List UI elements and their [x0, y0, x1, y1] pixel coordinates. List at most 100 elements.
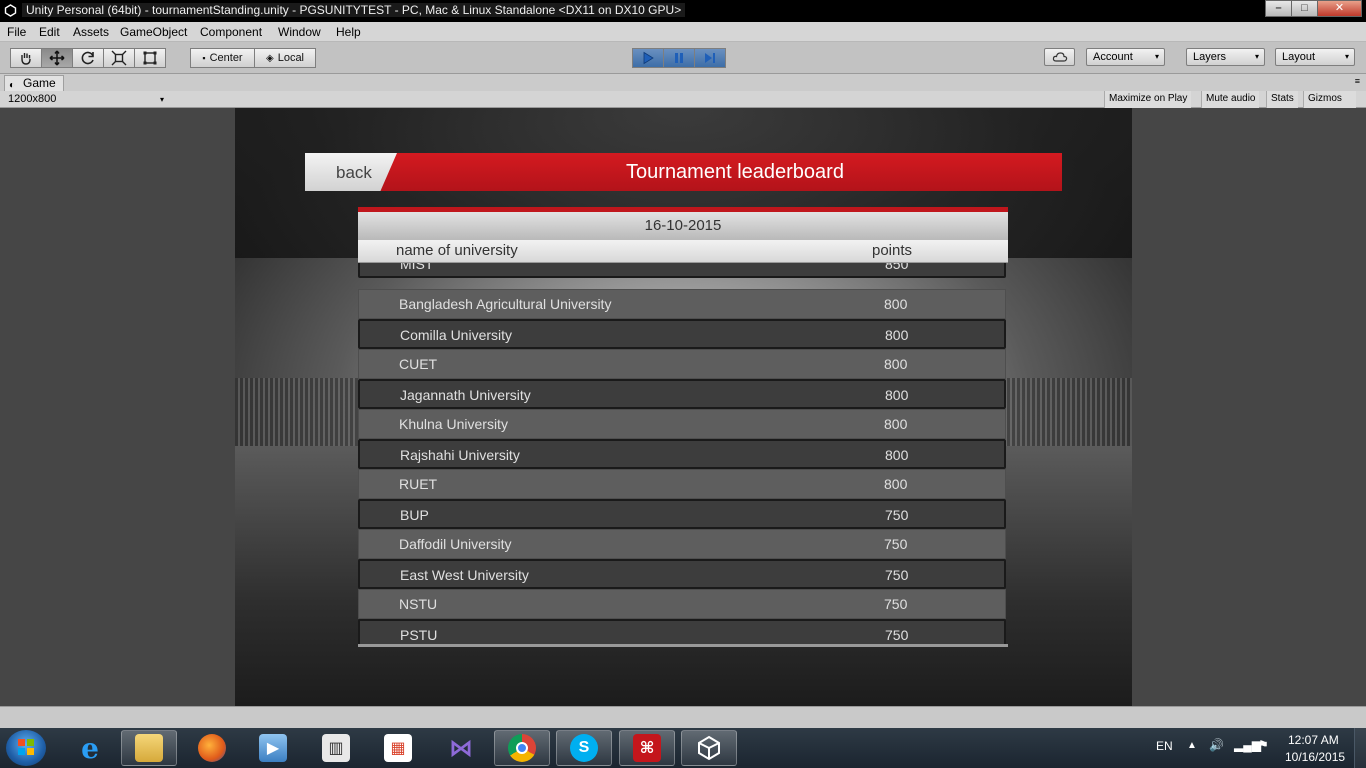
university-points: 750 — [885, 627, 909, 643]
layers-dropdown[interactable]: Layers ▾ — [1186, 48, 1265, 66]
scale-tool-button[interactable] — [103, 48, 135, 68]
taskbar-internet-explorer[interactable]: e — [62, 730, 118, 766]
hand-tool-button[interactable] — [10, 48, 42, 68]
clock-date[interactable]: 10/16/2015 — [1285, 750, 1345, 764]
taskbar-chrome[interactable] — [494, 730, 550, 766]
pivot-local-button[interactable]: ◈ Local — [254, 48, 316, 68]
tab-game-label: Game — [23, 76, 56, 90]
language-indicator[interactable]: EN — [1156, 739, 1173, 753]
maximize-on-play-toggle[interactable]: Maximize on Play — [1104, 91, 1192, 108]
menu-gameobject[interactable]: GameObject — [120, 25, 187, 39]
column-header-name: name of university — [396, 242, 518, 259]
unity-logo-icon — [4, 4, 17, 17]
taskbar-file-explorer[interactable] — [121, 730, 177, 766]
menu-component[interactable]: Component — [200, 25, 262, 39]
start-button[interactable] — [6, 730, 46, 766]
skype-icon: S — [570, 734, 598, 762]
clock-time[interactable]: 12:07 AM — [1288, 733, 1339, 747]
leaderboard-date: 16-10-2015 — [358, 212, 1008, 240]
menu-assets[interactable]: Assets — [73, 25, 109, 39]
window-titlebar: Unity Personal (64bit) - tournamentStand… — [0, 0, 1366, 22]
close-icon: ✕ — [1334, 2, 1345, 14]
app-grid-icon: ▦ — [384, 734, 412, 762]
leaderboard-list[interactable]: MIST 850 Bangladesh Agricultural Univers… — [358, 263, 1008, 647]
taskbar-acrobat[interactable]: ⌘ — [619, 730, 675, 766]
step-button[interactable] — [694, 48, 726, 68]
step-icon — [705, 53, 715, 63]
account-dropdown[interactable]: Account ▾ — [1086, 48, 1165, 66]
tab-menu-icon[interactable]: ≡ — [1355, 76, 1360, 86]
visual-studio-icon: ⋈ — [449, 734, 473, 762]
university-name: NSTU — [399, 596, 438, 612]
resolution-label: 1200x800 — [8, 93, 57, 105]
hand-icon — [21, 53, 31, 65]
show-hidden-icons-icon[interactable]: ▲ — [1187, 740, 1197, 751]
taskbar-media-player[interactable]: ▶ — [245, 730, 301, 766]
university-points: 800 — [885, 447, 909, 463]
firefox-icon — [198, 734, 226, 762]
pause-button[interactable] — [663, 48, 695, 68]
cloud-icon — [1052, 52, 1068, 62]
tab-game[interactable]: ◐ Game — [4, 75, 64, 91]
internet-explorer-icon: e — [81, 731, 99, 765]
table-row: Daffodil University 750 — [358, 529, 1006, 559]
university-points: 800 — [885, 327, 909, 343]
university-name: Jagannath University — [400, 387, 531, 403]
menu-help[interactable]: Help — [336, 25, 361, 39]
cube-icon: ◈ — [266, 52, 274, 64]
stats-toggle[interactable]: Stats — [1266, 91, 1298, 108]
windows-logo-icon — [18, 739, 34, 755]
menu-window[interactable]: Window — [278, 25, 321, 39]
folder-icon — [135, 734, 163, 762]
university-name: RUET — [399, 476, 438, 492]
taskbar-skype[interactable]: S — [556, 730, 612, 766]
minimize-icon: – — [1275, 2, 1282, 14]
show-desktop-button[interactable] — [1354, 728, 1366, 768]
minimize-button[interactable]: – — [1265, 0, 1292, 17]
table-row: Comilla University 800 — [358, 319, 1006, 349]
pivot-center-label: Center — [209, 52, 243, 64]
table-row: PSTU 750 — [358, 619, 1006, 647]
window-controls: – □ ✕ — [1265, 0, 1362, 18]
taskbar-unity[interactable] — [681, 730, 737, 766]
action-center-icon[interactable]: ⚑ — [1258, 738, 1269, 752]
back-label[interactable]: back — [336, 163, 372, 183]
menu-file[interactable]: File — [7, 25, 26, 39]
menu-bar: File Edit Assets GameObject Component Wi… — [0, 22, 1366, 42]
layout-dropdown[interactable]: Layout ▾ — [1275, 48, 1355, 66]
table-row: NSTU 750 — [358, 589, 1006, 619]
menu-edit[interactable]: Edit — [39, 25, 60, 39]
windows-taskbar: e ▶ ▥ ▦ ⋈ S ⌘ EN ▲ 🔊 ▂▄▆ ⚑ 12:07 AM 10/1… — [0, 728, 1366, 768]
taskbar-firefox[interactable] — [184, 730, 240, 766]
university-name: BUP — [400, 507, 429, 523]
play-icon — [643, 51, 654, 65]
close-button[interactable]: ✕ — [1317, 0, 1362, 17]
university-name: Khulna University — [399, 416, 508, 432]
gizmos-dropdown[interactable]: Gizmos — [1303, 91, 1356, 108]
university-points: 850 — [885, 263, 909, 272]
chevron-down-icon: ▾ — [159, 95, 164, 104]
network-icon[interactable]: ▂▄▆ — [1234, 738, 1261, 752]
mute-audio-toggle[interactable]: Mute audio — [1201, 91, 1260, 108]
move-tool-button[interactable] — [41, 48, 73, 68]
cloud-button[interactable] — [1044, 48, 1075, 66]
acrobat-icon: ⌘ — [633, 734, 661, 762]
table-row: Jagannath University 800 — [358, 379, 1006, 409]
play-button[interactable] — [632, 48, 664, 68]
game-canvas: back Tournament leaderboard 16-10-2015 n… — [235, 108, 1132, 706]
resolution-dropdown[interactable]: 1200x800 ▾ — [8, 93, 166, 106]
pivot-center-button[interactable]: ▪ Center — [190, 48, 255, 68]
rect-tool-button[interactable] — [134, 48, 166, 68]
table-row: Rajshahi University 800 — [358, 439, 1006, 469]
university-points: 750 — [884, 596, 908, 612]
volume-icon[interactable]: 🔊 — [1209, 738, 1224, 752]
taskbar-app-grid[interactable]: ▦ — [370, 730, 426, 766]
maximize-button[interactable]: □ — [1291, 0, 1318, 17]
table-header: name of university points — [358, 240, 1008, 263]
university-name: Comilla University — [400, 327, 513, 343]
move-icon — [49, 50, 65, 66]
rotate-tool-button[interactable] — [72, 48, 104, 68]
game-tab-bar: ◐ Game ≡ — [0, 74, 1366, 91]
taskbar-visual-studio[interactable]: ⋈ — [433, 730, 489, 766]
taskbar-library[interactable]: ▥ — [308, 730, 364, 766]
